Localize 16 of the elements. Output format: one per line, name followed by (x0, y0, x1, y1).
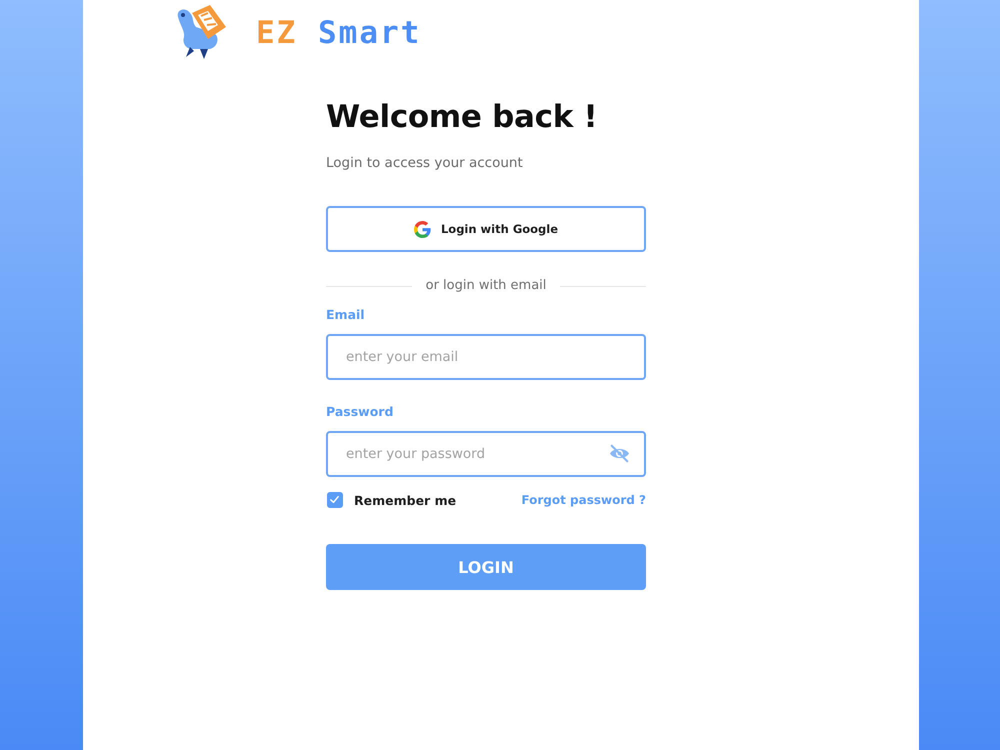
google-login-button[interactable]: Login with Google (326, 206, 646, 252)
checkmark-icon (328, 493, 341, 506)
remember-label: Remember me (354, 492, 458, 508)
password-field[interactable]: enter your password (326, 431, 646, 477)
logo-text: EZ Smart (256, 16, 422, 50)
password-label: Password (326, 404, 394, 420)
remember-checkbox[interactable] (327, 492, 343, 508)
forgot-password-link[interactable]: Forgot password ? (521, 493, 646, 507)
email-label: Email (326, 307, 366, 323)
login-button[interactable]: LOGIN (326, 544, 646, 590)
google-logo-icon (414, 220, 431, 238)
divider-text: or login with email (426, 277, 546, 295)
eye-slash-icon[interactable] (609, 444, 630, 463)
email-field[interactable]: enter your email (326, 334, 646, 380)
subtitle: Login to access your account (326, 154, 524, 172)
heading: Welcome back ! (326, 98, 598, 137)
